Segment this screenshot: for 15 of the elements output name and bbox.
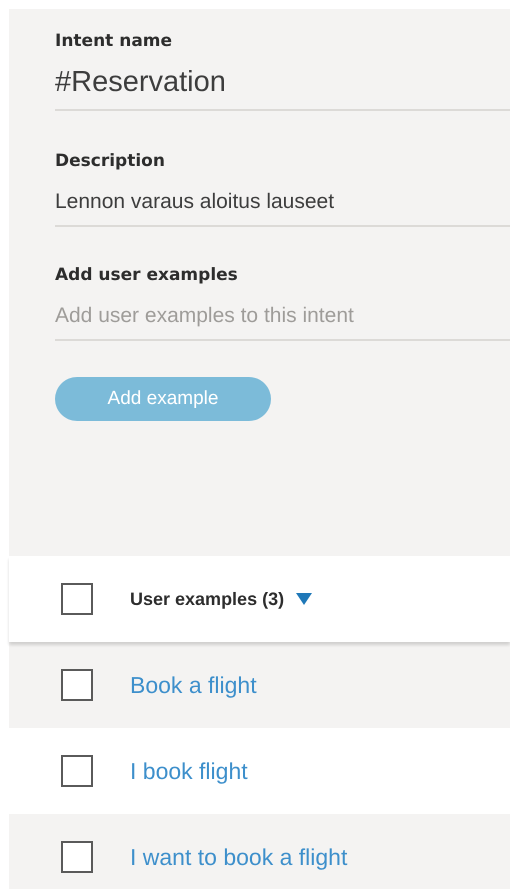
example-link[interactable]: I want to book a flight [130,840,348,874]
sort-caret-icon[interactable] [296,592,312,606]
intent-name-field[interactable]: #Reservation [55,59,510,111]
column-header[interactable]: User examples (3) [130,586,284,612]
description-field[interactable]: Lennon varaus aloitus lauseet [55,179,510,227]
example-link[interactable]: Book a flight [130,668,257,702]
checkbox[interactable] [61,583,93,615]
field-label: Intent name [55,30,174,53]
checkbox[interactable] [61,669,93,701]
checkbox[interactable] [61,755,93,787]
field-label: Add user examples [55,264,239,287]
user-example-field[interactable]: Add user examples to this intent [55,293,510,341]
example-link[interactable]: I book flight [130,754,248,788]
field-label: Description [55,150,166,173]
checkbox[interactable] [61,841,93,873]
